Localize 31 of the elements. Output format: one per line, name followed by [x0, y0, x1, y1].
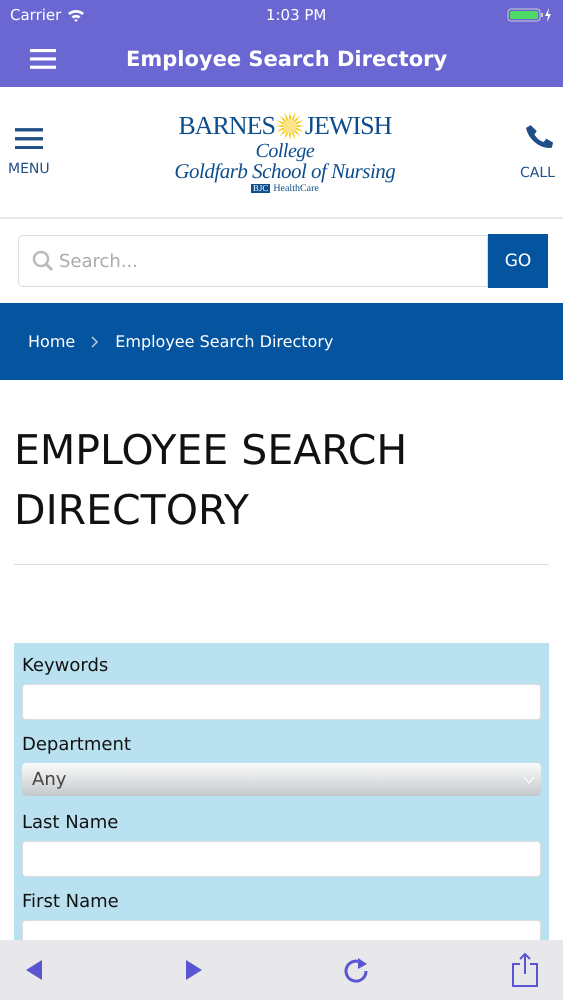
logo-text: BARNES	[178, 112, 275, 138]
battery-icon	[506, 7, 553, 23]
field-label: Keywords	[22, 655, 110, 676]
page-title: EMPLOYEE SEARCH DIRECTORY	[14, 380, 549, 565]
logo-text: JEWISH	[304, 112, 392, 138]
department-select[interactable]: Any	[22, 763, 541, 796]
logo-text: Goldfarb School of Nursing	[174, 160, 396, 182]
search-field[interactable]: Search...	[18, 235, 488, 287]
logo-text: College	[255, 140, 314, 160]
breadcrumb-link[interactable]: Employee Search Directory	[115, 332, 334, 351]
dropdown-icon	[523, 776, 535, 784]
sun-icon	[274, 110, 305, 140]
search-icon	[32, 250, 54, 272]
chevron-icon	[91, 336, 100, 348]
breadcrumb-link[interactable]: Home	[28, 332, 76, 351]
field-label: Last Name	[22, 812, 120, 833]
wifi-icon	[67, 8, 86, 22]
carrier-label: Carrier	[10, 6, 62, 24]
field-label: First Name	[22, 891, 120, 912]
go-button[interactable]: GO	[488, 234, 548, 288]
clock: 1:03 PM	[266, 6, 326, 24]
logo-text: HealthCare	[273, 184, 319, 194]
menu-icon	[14, 126, 43, 150]
menu-button[interactable]: MENU	[8, 126, 50, 178]
call-button[interactable]: CALL	[520, 123, 555, 181]
input-field[interactable]	[22, 841, 541, 877]
nav-title: Employee Search Directory	[126, 46, 448, 70]
menu-icon	[30, 48, 56, 69]
field-label: Department	[22, 734, 132, 755]
logo-badge: BJC	[250, 184, 270, 193]
input-field[interactable]	[22, 684, 541, 720]
